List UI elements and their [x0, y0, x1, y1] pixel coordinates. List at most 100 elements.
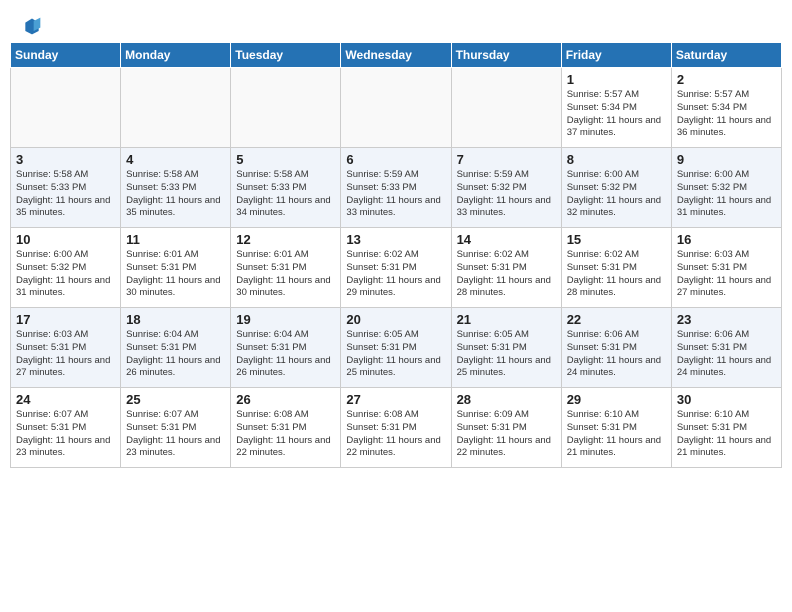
day-number: 8 — [567, 152, 666, 167]
calendar-cell: 5Sunrise: 5:58 AM Sunset: 5:33 PM Daylig… — [231, 148, 341, 228]
calendar-cell: 8Sunrise: 6:00 AM Sunset: 5:32 PM Daylig… — [561, 148, 671, 228]
day-info: Sunrise: 5:58 AM Sunset: 5:33 PM Dayligh… — [236, 169, 335, 220]
calendar-cell: 18 Sunrise: 6:04 AM Sunset: 5:31 PM Dayli… — [121, 308, 231, 388]
weekday-header-tuesday: Tuesday — [231, 43, 341, 68]
page-header — [10, 10, 782, 36]
calendar-week-row: 24 Sunrise: 6:07 AM Sunset: 5:31 PM Dayli… — [11, 388, 782, 468]
day-info: Sunrise: 6:10 AM Sunset: 5:31 PM Dayligh… — [677, 409, 776, 460]
calendar-cell: 30 Sunrise: 6:10 AM Sunset: 5:31 PM Dayli… — [671, 388, 781, 468]
day-info: Sunrise: 6:01 AM Sunset: 5:31 PM Dayligh… — [126, 249, 225, 300]
day-info: Sunrise: 5:58 AM Sunset: 5:33 PM Dayligh… — [126, 169, 225, 220]
day-info: Sunrise: 6:01 AM Sunset: 5:31 PM Dayligh… — [236, 249, 335, 300]
day-number: 19 — [236, 312, 335, 327]
day-number: 4 — [126, 152, 225, 167]
calendar-cell: 19 Sunrise: 6:04 AM Sunset: 5:31 PM Dayli… — [231, 308, 341, 388]
day-info: Sunrise: 6:08 AM Sunset: 5:31 PM Dayligh… — [346, 409, 445, 460]
calendar-cell: 1 Sunrise: 5:57 AM Sunset: 5:34 PM Daylig… — [561, 68, 671, 148]
calendar-cell: 20 Sunrise: 6:05 AM Sunset: 5:31 PM Dayli… — [341, 308, 451, 388]
calendar-cell: 17 Sunrise: 6:03 AM Sunset: 5:31 PM Dayli… — [11, 308, 121, 388]
day-number: 27 — [346, 392, 445, 407]
calendar-cell: 27 Sunrise: 6:08 AM Sunset: 5:31 PM Dayli… — [341, 388, 451, 468]
day-number: 6 — [346, 152, 445, 167]
day-number: 24 — [16, 392, 115, 407]
calendar-cell — [451, 68, 561, 148]
day-number: 7 — [457, 152, 556, 167]
day-info: Sunrise: 6:09 AM Sunset: 5:31 PM Dayligh… — [457, 409, 556, 460]
day-number: 28 — [457, 392, 556, 407]
day-info: Sunrise: 6:02 AM Sunset: 5:31 PM Dayligh… — [567, 249, 666, 300]
calendar-week-row: 1 Sunrise: 5:57 AM Sunset: 5:34 PM Daylig… — [11, 68, 782, 148]
weekday-header-sunday: Sunday — [11, 43, 121, 68]
day-number: 20 — [346, 312, 445, 327]
day-info: Sunrise: 6:07 AM Sunset: 5:31 PM Dayligh… — [16, 409, 115, 460]
calendar-cell: 13 Sunrise: 6:02 AM Sunset: 5:31 PM Dayli… — [341, 228, 451, 308]
calendar-week-row: 10Sunrise: 6:00 AM Sunset: 5:32 PM Dayli… — [11, 228, 782, 308]
day-info: Sunrise: 5:57 AM Sunset: 5:34 PM Dayligh… — [677, 89, 776, 140]
calendar-cell: 22 Sunrise: 6:06 AM Sunset: 5:31 PM Dayli… — [561, 308, 671, 388]
day-number: 9 — [677, 152, 776, 167]
calendar-cell: 24 Sunrise: 6:07 AM Sunset: 5:31 PM Dayli… — [11, 388, 121, 468]
calendar-cell: 15 Sunrise: 6:02 AM Sunset: 5:31 PM Dayli… — [561, 228, 671, 308]
day-info: Sunrise: 6:06 AM Sunset: 5:31 PM Dayligh… — [567, 329, 666, 380]
day-number: 30 — [677, 392, 776, 407]
weekday-header-friday: Friday — [561, 43, 671, 68]
calendar-cell: 9 Sunrise: 6:00 AM Sunset: 5:32 PM Daylig… — [671, 148, 781, 228]
calendar-cell — [231, 68, 341, 148]
logo — [20, 16, 42, 36]
day-number: 16 — [677, 232, 776, 247]
weekday-header-saturday: Saturday — [671, 43, 781, 68]
day-info: Sunrise: 6:03 AM Sunset: 5:31 PM Dayligh… — [16, 329, 115, 380]
calendar-cell: 25Sunrise: 6:07 AM Sunset: 5:31 PM Dayli… — [121, 388, 231, 468]
day-info: Sunrise: 6:02 AM Sunset: 5:31 PM Dayligh… — [346, 249, 445, 300]
day-info: Sunrise: 5:59 AM Sunset: 5:33 PM Dayligh… — [346, 169, 445, 220]
day-number: 23 — [677, 312, 776, 327]
day-number: 26 — [236, 392, 335, 407]
calendar-cell: 12 Sunrise: 6:01 AM Sunset: 5:31 PM Dayli… — [231, 228, 341, 308]
calendar-cell: 21 Sunrise: 6:05 AM Sunset: 5:31 PM Dayli… — [451, 308, 561, 388]
day-info: Sunrise: 6:00 AM Sunset: 5:32 PM Dayligh… — [677, 169, 776, 220]
calendar-cell: 3 Sunrise: 5:58 AM Sunset: 5:33 PM Daylig… — [11, 148, 121, 228]
day-info: Sunrise: 5:58 AM Sunset: 5:33 PM Dayligh… — [16, 169, 115, 220]
day-info: Sunrise: 5:57 AM Sunset: 5:34 PM Dayligh… — [567, 89, 666, 140]
calendar-cell: 14 Sunrise: 6:02 AM Sunset: 5:31 PM Dayli… — [451, 228, 561, 308]
calendar-week-row: 17 Sunrise: 6:03 AM Sunset: 5:31 PM Dayli… — [11, 308, 782, 388]
logo-icon — [22, 16, 42, 36]
day-number: 21 — [457, 312, 556, 327]
calendar-cell: 29Sunrise: 6:10 AM Sunset: 5:31 PM Dayli… — [561, 388, 671, 468]
calendar-cell: 2 Sunrise: 5:57 AM Sunset: 5:34 PM Daylig… — [671, 68, 781, 148]
day-info: Sunrise: 6:04 AM Sunset: 5:31 PM Dayligh… — [236, 329, 335, 380]
calendar-week-row: 3 Sunrise: 5:58 AM Sunset: 5:33 PM Daylig… — [11, 148, 782, 228]
calendar-cell — [121, 68, 231, 148]
day-number: 3 — [16, 152, 115, 167]
weekday-header-row: SundayMondayTuesdayWednesdayThursdayFrid… — [11, 43, 782, 68]
day-number: 17 — [16, 312, 115, 327]
day-number: 11 — [126, 232, 225, 247]
calendar-cell: 28 Sunrise: 6:09 AM Sunset: 5:31 PM Dayli… — [451, 388, 561, 468]
calendar-cell — [11, 68, 121, 148]
day-number: 13 — [346, 232, 445, 247]
calendar-table: SundayMondayTuesdayWednesdayThursdayFrid… — [10, 42, 782, 468]
day-number: 2 — [677, 72, 776, 87]
day-info: Sunrise: 6:04 AM Sunset: 5:31 PM Dayligh… — [126, 329, 225, 380]
day-number: 1 — [567, 72, 666, 87]
day-number: 15 — [567, 232, 666, 247]
day-number: 14 — [457, 232, 556, 247]
day-info: Sunrise: 6:06 AM Sunset: 5:31 PM Dayligh… — [677, 329, 776, 380]
day-info: Sunrise: 6:02 AM Sunset: 5:31 PM Dayligh… — [457, 249, 556, 300]
day-number: 22 — [567, 312, 666, 327]
day-number: 12 — [236, 232, 335, 247]
day-number: 18 — [126, 312, 225, 327]
day-info: Sunrise: 6:10 AM Sunset: 5:31 PM Dayligh… — [567, 409, 666, 460]
weekday-header-wednesday: Wednesday — [341, 43, 451, 68]
day-info: Sunrise: 6:05 AM Sunset: 5:31 PM Dayligh… — [457, 329, 556, 380]
calendar-cell: 23 Sunrise: 6:06 AM Sunset: 5:31 PM Dayli… — [671, 308, 781, 388]
day-info: Sunrise: 6:05 AM Sunset: 5:31 PM Dayligh… — [346, 329, 445, 380]
calendar-cell — [341, 68, 451, 148]
day-number: 25 — [126, 392, 225, 407]
calendar-cell: 7 Sunrise: 5:59 AM Sunset: 5:32 PM Daylig… — [451, 148, 561, 228]
calendar-cell: 11 Sunrise: 6:01 AM Sunset: 5:31 PM Dayli… — [121, 228, 231, 308]
day-info: Sunrise: 5:59 AM Sunset: 5:32 PM Dayligh… — [457, 169, 556, 220]
weekday-header-monday: Monday — [121, 43, 231, 68]
day-info: Sunrise: 6:00 AM Sunset: 5:32 PM Dayligh… — [16, 249, 115, 300]
calendar-cell: 16Sunrise: 6:03 AM Sunset: 5:31 PM Dayli… — [671, 228, 781, 308]
